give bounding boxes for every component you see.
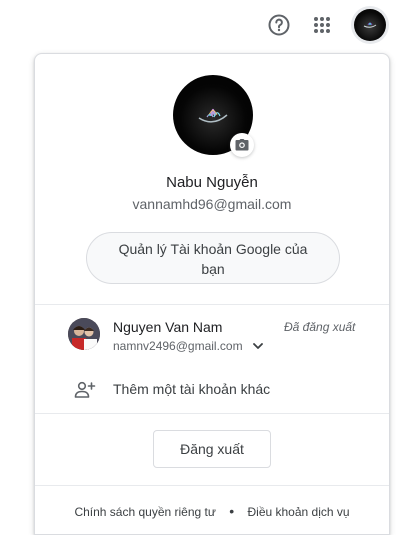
account-email: namnv2496@gmail.com (113, 339, 243, 353)
flower-graphic-icon (363, 22, 377, 28)
people-photo-icon (68, 318, 100, 350)
privacy-policy-link[interactable]: Chính sách quyền riêng tư (74, 505, 215, 519)
manage-account-button[interactable]: Quản lý Tài khoản Google của bạn (86, 232, 340, 284)
profile-email: vannamhd96@gmail.com (132, 196, 292, 212)
divider (35, 485, 389, 486)
apps-grid-icon (314, 17, 330, 33)
account-avatar-button[interactable] (351, 6, 389, 44)
account-name: Nguyen Van Nam (113, 319, 223, 335)
divider (35, 304, 389, 305)
account-list-item[interactable]: Nguyen Van Nam namnv2496@gmail.com Đã đă… (35, 312, 389, 362)
account-popup: Nabu Nguyễn vannamhd96@gmail.com Quản lý… (34, 53, 390, 535)
chevron-down-icon (253, 343, 263, 349)
avatar (68, 318, 100, 350)
person-add-icon (74, 381, 96, 398)
footer: Chính sách quyền riêng tư • Điều khoản d… (35, 503, 389, 519)
expand-account-button[interactable] (251, 339, 265, 353)
terms-of-service-link[interactable]: Điều khoản dịch vụ (247, 505, 349, 519)
add-account-button[interactable]: Thêm một tài khoản khác (35, 370, 389, 410)
footer-separator: • (229, 503, 235, 519)
top-bar (0, 0, 404, 50)
profile-name: Nabu Nguyễn (166, 174, 258, 191)
account-avatar (354, 9, 386, 41)
sign-out-button[interactable]: Đăng xuất (153, 430, 271, 468)
flower-graphic-icon (198, 108, 228, 123)
camera-icon (235, 139, 249, 151)
account-status: Đã đăng xuất (284, 320, 356, 334)
change-photo-button[interactable] (230, 133, 254, 157)
apps-button[interactable] (307, 10, 337, 40)
profile-section: Nabu Nguyễn vannamhd96@gmail.com Quản lý… (35, 54, 389, 304)
help-circle-icon (268, 14, 290, 36)
help-button[interactable] (264, 10, 294, 40)
divider (35, 413, 389, 414)
add-account-label: Thêm một tài khoản khác (113, 381, 271, 397)
